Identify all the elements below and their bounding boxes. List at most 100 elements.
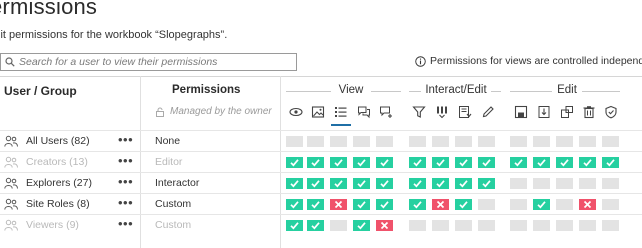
capability-allowed[interactable] (455, 199, 472, 210)
capability-allowed[interactable] (432, 178, 449, 189)
capability-allowed[interactable] (286, 178, 303, 189)
save-icon[interactable] (510, 104, 532, 120)
capability-unspecified[interactable] (602, 136, 619, 147)
capability-unspecified[interactable] (602, 220, 619, 231)
role-select[interactable]: Custom (155, 219, 191, 231)
role-select[interactable]: Editor (155, 156, 182, 168)
capability-allowed[interactable] (409, 199, 426, 210)
capability-allowed[interactable] (510, 157, 527, 168)
capability-allowed[interactable] (376, 178, 393, 189)
capability-unspecified[interactable] (353, 136, 370, 147)
capability-unspecified[interactable] (556, 220, 573, 231)
view-icon[interactable] (285, 104, 307, 120)
table-row[interactable]: Viewers (9) ••• Custom (0, 214, 642, 236)
image-icon[interactable] (307, 104, 329, 120)
capability-allowed[interactable] (579, 157, 596, 168)
capability-allowed[interactable] (330, 157, 347, 168)
columns-icon[interactable] (431, 104, 453, 120)
capability-denied[interactable] (432, 199, 449, 210)
download-workbook-icon[interactable] (533, 104, 555, 120)
capability-allowed[interactable] (376, 199, 393, 210)
capability-allowed[interactable] (556, 157, 573, 168)
capability-unspecified[interactable] (602, 199, 619, 210)
capability-unspecified[interactable] (478, 220, 495, 231)
capability-allowed[interactable] (353, 199, 370, 210)
table-row[interactable]: Creators (13) ••• Editor (0, 151, 642, 173)
capability-unspecified[interactable] (579, 178, 596, 189)
capability-unspecified[interactable] (533, 220, 550, 231)
capability-allowed[interactable] (478, 178, 495, 189)
capability-allowed[interactable] (286, 157, 303, 168)
comments-icon[interactable] (353, 104, 375, 120)
row-name[interactable]: Creators (13) (26, 156, 88, 168)
more-options-icon[interactable]: ••• (118, 174, 133, 189)
capability-allowed[interactable] (307, 199, 324, 210)
table-row[interactable]: Site Roles (8) ••• Custom (0, 193, 642, 215)
capability-unspecified[interactable] (409, 220, 426, 231)
capability-allowed[interactable] (533, 199, 550, 210)
role-select[interactable]: Custom (155, 198, 191, 210)
download-data-icon[interactable] (454, 104, 476, 120)
capability-allowed[interactable] (409, 178, 426, 189)
row-name[interactable]: Site Roles (8) (26, 198, 90, 210)
capability-unspecified[interactable] (330, 136, 347, 147)
capability-allowed[interactable] (602, 157, 619, 168)
table-row[interactable]: All Users (82) ••• None (0, 130, 642, 152)
capability-allowed[interactable] (376, 157, 393, 168)
more-options-icon[interactable]: ••• (118, 132, 133, 147)
capability-unspecified[interactable] (579, 220, 596, 231)
capability-unspecified[interactable] (478, 136, 495, 147)
capability-allowed[interactable] (307, 178, 324, 189)
more-options-icon[interactable]: ••• (118, 195, 133, 210)
permissions-icon[interactable] (600, 104, 622, 120)
capability-unspecified[interactable] (286, 136, 303, 147)
filter-list-icon[interactable] (330, 104, 352, 120)
capability-unspecified[interactable] (307, 136, 324, 147)
row-name[interactable]: All Users (82) (26, 135, 90, 147)
capability-allowed[interactable] (533, 157, 550, 168)
capability-unspecified[interactable] (330, 220, 347, 231)
row-name[interactable]: Explorers (27) (26, 177, 92, 189)
add-comment-icon[interactable] (375, 104, 397, 120)
capability-unspecified[interactable] (533, 178, 550, 189)
capability-unspecified[interactable] (579, 136, 596, 147)
capability-allowed[interactable] (307, 157, 324, 168)
capability-unspecified[interactable] (556, 199, 573, 210)
capability-allowed[interactable] (330, 178, 347, 189)
capability-unspecified[interactable] (376, 136, 393, 147)
capability-allowed[interactable] (455, 178, 472, 189)
role-select[interactable]: Interactor (155, 177, 199, 189)
delete-icon[interactable] (578, 104, 600, 120)
capability-denied[interactable] (579, 199, 596, 210)
capability-denied[interactable] (376, 220, 393, 231)
filter-icon[interactable] (408, 104, 430, 120)
table-row[interactable]: Explorers (27) ••• Interactor (0, 172, 642, 194)
capability-allowed[interactable] (409, 157, 426, 168)
capability-allowed[interactable] (478, 157, 495, 168)
capability-allowed[interactable] (286, 199, 303, 210)
search-box[interactable] (0, 53, 297, 71)
capability-allowed[interactable] (432, 157, 449, 168)
capability-allowed[interactable] (353, 220, 370, 231)
row-name[interactable]: Viewers (9) (26, 219, 79, 231)
capability-unspecified[interactable] (478, 199, 495, 210)
capability-denied[interactable] (330, 199, 347, 210)
capability-allowed[interactable] (307, 220, 324, 231)
capability-unspecified[interactable] (602, 178, 619, 189)
more-options-icon[interactable]: ••• (118, 216, 133, 231)
capability-unspecified[interactable] (432, 220, 449, 231)
search-input[interactable] (19, 56, 289, 68)
capability-allowed[interactable] (353, 157, 370, 168)
capability-unspecified[interactable] (510, 178, 527, 189)
capability-unspecified[interactable] (556, 178, 573, 189)
move-icon[interactable] (556, 104, 578, 120)
capability-unspecified[interactable] (409, 136, 426, 147)
capability-unspecified[interactable] (455, 220, 472, 231)
capability-unspecified[interactable] (510, 199, 527, 210)
capability-allowed[interactable] (286, 220, 303, 231)
capability-allowed[interactable] (353, 178, 370, 189)
capability-unspecified[interactable] (432, 136, 449, 147)
capability-unspecified[interactable] (533, 136, 550, 147)
role-select[interactable]: None (155, 135, 180, 147)
capability-unspecified[interactable] (455, 136, 472, 147)
